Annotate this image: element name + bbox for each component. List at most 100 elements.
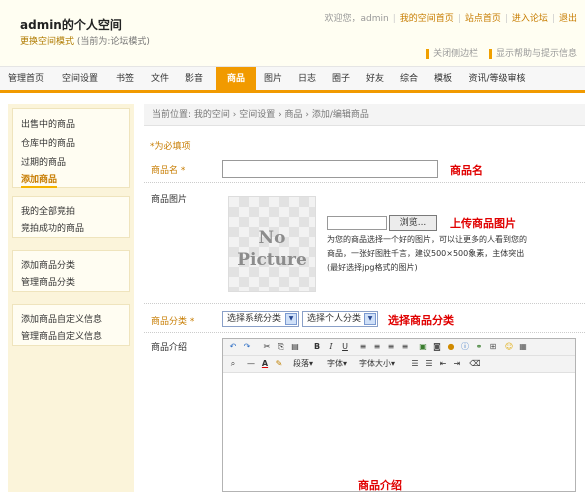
required-note: *为必填项: [150, 142, 191, 152]
chevron-down-icon: ▼: [364, 313, 376, 325]
paragraph-label: 段落: [293, 359, 309, 368]
paragraph-dropdown[interactable]: 段落▾: [293, 358, 313, 370]
font-size-dropdown[interactable]: 字体大小▾: [359, 358, 395, 370]
site-title: admin的个人空间: [20, 18, 122, 32]
sidebar-item-all-bids[interactable]: 我的全部竞拍: [21, 204, 75, 217]
sidebar-item-manage-custom-info[interactable]: 管理商品自定义信息: [21, 329, 102, 342]
media-icon[interactable]: ◙: [431, 341, 443, 353]
welcome-text: 欢迎您，admin: [324, 14, 389, 24]
annotation-upload-image: 上传商品图片: [450, 217, 516, 230]
tab-files[interactable]: 文件: [144, 67, 176, 91]
tab-friends[interactable]: 好友: [360, 67, 390, 91]
breadcrumb: 当前位置: 我的空间 › 空间设置 › 商品 › 添加/编辑商品: [144, 104, 585, 126]
italic-icon[interactable]: I: [325, 341, 337, 353]
file-path-field[interactable]: [327, 216, 387, 230]
outdent-icon[interactable]: ⇤: [437, 358, 449, 370]
font-dropdown[interactable]: 字体▾: [327, 358, 347, 370]
goods-name-input[interactable]: [222, 160, 438, 178]
tab-space-settings[interactable]: 空间设置: [54, 67, 106, 91]
image-icon[interactable]: ▣: [417, 341, 429, 353]
paste-icon[interactable]: ▤: [289, 341, 301, 353]
main-content: 当前位置: 我的空间 › 空间设置 › 商品 › 添加/编辑商品 *为必填项 商…: [144, 104, 585, 492]
underline-icon[interactable]: U: [339, 341, 351, 353]
close-sidebar-link[interactable]: 关闭侧边栏: [426, 49, 479, 59]
no-picture-placeholder: No Picture: [228, 196, 316, 292]
horizontal-rule-icon[interactable]: —: [245, 358, 257, 370]
site-home-link[interactable]: 站点首页: [465, 14, 501, 24]
personal-category-value: 选择个人分类: [307, 314, 362, 324]
sidebar-item-expired[interactable]: 过期的商品: [21, 155, 66, 168]
sidebar-group-custom-info: 添加商品自定义信息 管理商品自定义信息: [12, 304, 130, 346]
image-hint-text: 为您的商品选择一个好的图片，可以让更多的人看到您的商品，一张好图胜千言，建议50…: [327, 235, 527, 272]
main-nav: 管理首页 空间设置 书签 文件 影音 商品 图片 日志 圈子 好友 综合 模板 …: [0, 66, 585, 93]
row-goods-name: 商品名 * 商品名: [144, 155, 585, 183]
current-mode-text: (当前为:论坛模式): [76, 37, 150, 47]
editor-toolbar-row1: ↶ ↷ ✂ ⎘ ▤ B I U ≡ ≡ ≡ ≡ ▣ ◙ ● ⓘ ⚭ ⊞ ☺ ▦: [223, 339, 575, 356]
goods-name-label: 商品名 *: [151, 166, 186, 176]
goods-intro-label: 商品介绍: [151, 343, 188, 353]
find-icon[interactable]: ⌕: [227, 358, 239, 370]
font-color-icon[interactable]: A: [259, 358, 271, 370]
unordered-list-icon[interactable]: ☰: [423, 358, 435, 370]
tab-level-review[interactable]: 资讯/等级审核: [462, 67, 532, 91]
annotation-goods-name: 商品名: [450, 164, 483, 177]
editor-toolbar-row2: ⌕ — A ✎ 段落▾ 字体▾ 字体大小▾ ☰ ☰ ⇤ ⇥ ⌫: [223, 356, 575, 373]
no-picture-text: No Picture: [237, 228, 307, 270]
browse-button[interactable]: 浏览...: [389, 215, 437, 231]
tab-bookmarks[interactable]: 书签: [108, 67, 142, 91]
header: admin的个人空间 更换空间模式 (当前为:论坛模式) 欢迎您，admin | 我…: [0, 0, 585, 66]
change-mode-link[interactable]: 更换空间模式: [20, 37, 74, 47]
tab-templates[interactable]: 模板: [428, 67, 458, 91]
indent-icon[interactable]: ⇥: [451, 358, 463, 370]
sidebar-item-add-goods[interactable]: 添加商品: [21, 172, 58, 188]
align-center-icon[interactable]: ≡: [371, 341, 383, 353]
logout-link[interactable]: 退出: [559, 14, 577, 24]
table-icon[interactable]: ⊞: [487, 341, 499, 353]
sidebar-group-goods: 出售中的商品 仓库中的商品 过期的商品 添加商品: [12, 108, 130, 188]
highlight-icon[interactable]: ✎: [273, 358, 285, 370]
tab-groups[interactable]: 圈子: [326, 67, 356, 91]
info-icon[interactable]: ⓘ: [459, 341, 471, 353]
sidebar-group-category: 添加商品分类 管理商品分类: [12, 250, 130, 292]
justify-icon[interactable]: ≡: [399, 341, 411, 353]
bold-icon[interactable]: B: [311, 341, 323, 353]
copy-icon[interactable]: ⎘: [275, 341, 287, 353]
enter-forum-link[interactable]: 进入论坛: [512, 14, 548, 24]
sidebar: 出售中的商品 仓库中的商品 过期的商品 添加商品 我的全部竞拍 竞拍成功的商品 …: [8, 104, 134, 492]
undo-icon[interactable]: ↶: [227, 341, 239, 353]
tab-pictures[interactable]: 图片: [258, 67, 288, 91]
my-space-home-link[interactable]: 我的空间首页: [400, 14, 454, 24]
tab-admin-home[interactable]: 管理首页: [0, 67, 52, 91]
row-category: 商品分类 * 选择系统分类 ▼ 选择个人分类 ▼ 选择商品分类: [144, 305, 585, 333]
font-label: 字体: [327, 359, 343, 368]
show-help-link[interactable]: 显示帮助与提示信息: [488, 49, 577, 59]
sidebar-item-add-category[interactable]: 添加商品分类: [21, 258, 75, 271]
system-category-select[interactable]: 选择系统分类 ▼: [222, 311, 299, 327]
sidebar-item-manage-category[interactable]: 管理商品分类: [21, 275, 75, 288]
align-left-icon[interactable]: ≡: [357, 341, 369, 353]
flash-icon[interactable]: ●: [445, 341, 457, 353]
personal-category-select[interactable]: 选择个人分类 ▼: [302, 311, 378, 327]
sidebar-item-warehouse[interactable]: 仓库中的商品: [21, 136, 75, 149]
align-right-icon[interactable]: ≡: [385, 341, 397, 353]
clear-format-icon[interactable]: ⌫: [469, 358, 481, 370]
sidebar-item-on-sale[interactable]: 出售中的商品: [21, 117, 75, 130]
tab-goods[interactable]: 商品: [216, 67, 256, 91]
tab-media[interactable]: 影音: [178, 67, 210, 91]
annotation-goods-intro: 商品介绍: [358, 479, 402, 492]
tab-blog[interactable]: 日志: [292, 67, 322, 91]
link-icon[interactable]: ⚭: [473, 341, 485, 353]
rich-text-editor: ↶ ↷ ✂ ⎘ ▤ B I U ≡ ≡ ≡ ≡ ▣ ◙ ● ⓘ ⚭ ⊞ ☺ ▦ …: [222, 338, 576, 492]
smiley-icon[interactable]: ☺: [503, 341, 515, 353]
redo-icon[interactable]: ↷: [241, 341, 253, 353]
editor-content-area[interactable]: [223, 374, 575, 491]
html-icon[interactable]: ▦: [517, 341, 529, 353]
ordered-list-icon[interactable]: ☰: [409, 358, 421, 370]
category-label: 商品分类 *: [151, 317, 195, 327]
sidebar-item-add-custom-info[interactable]: 添加商品自定义信息: [21, 312, 102, 325]
sidebar-item-won-bids[interactable]: 竞拍成功的商品: [21, 221, 84, 234]
tab-general[interactable]: 综合: [394, 67, 424, 91]
header-tools: 关闭侧边栏 显示帮助与提示信息: [418, 46, 577, 59]
cut-icon[interactable]: ✂: [261, 341, 273, 353]
space-mode-line: 更换空间模式 (当前为:论坛模式): [20, 34, 150, 47]
